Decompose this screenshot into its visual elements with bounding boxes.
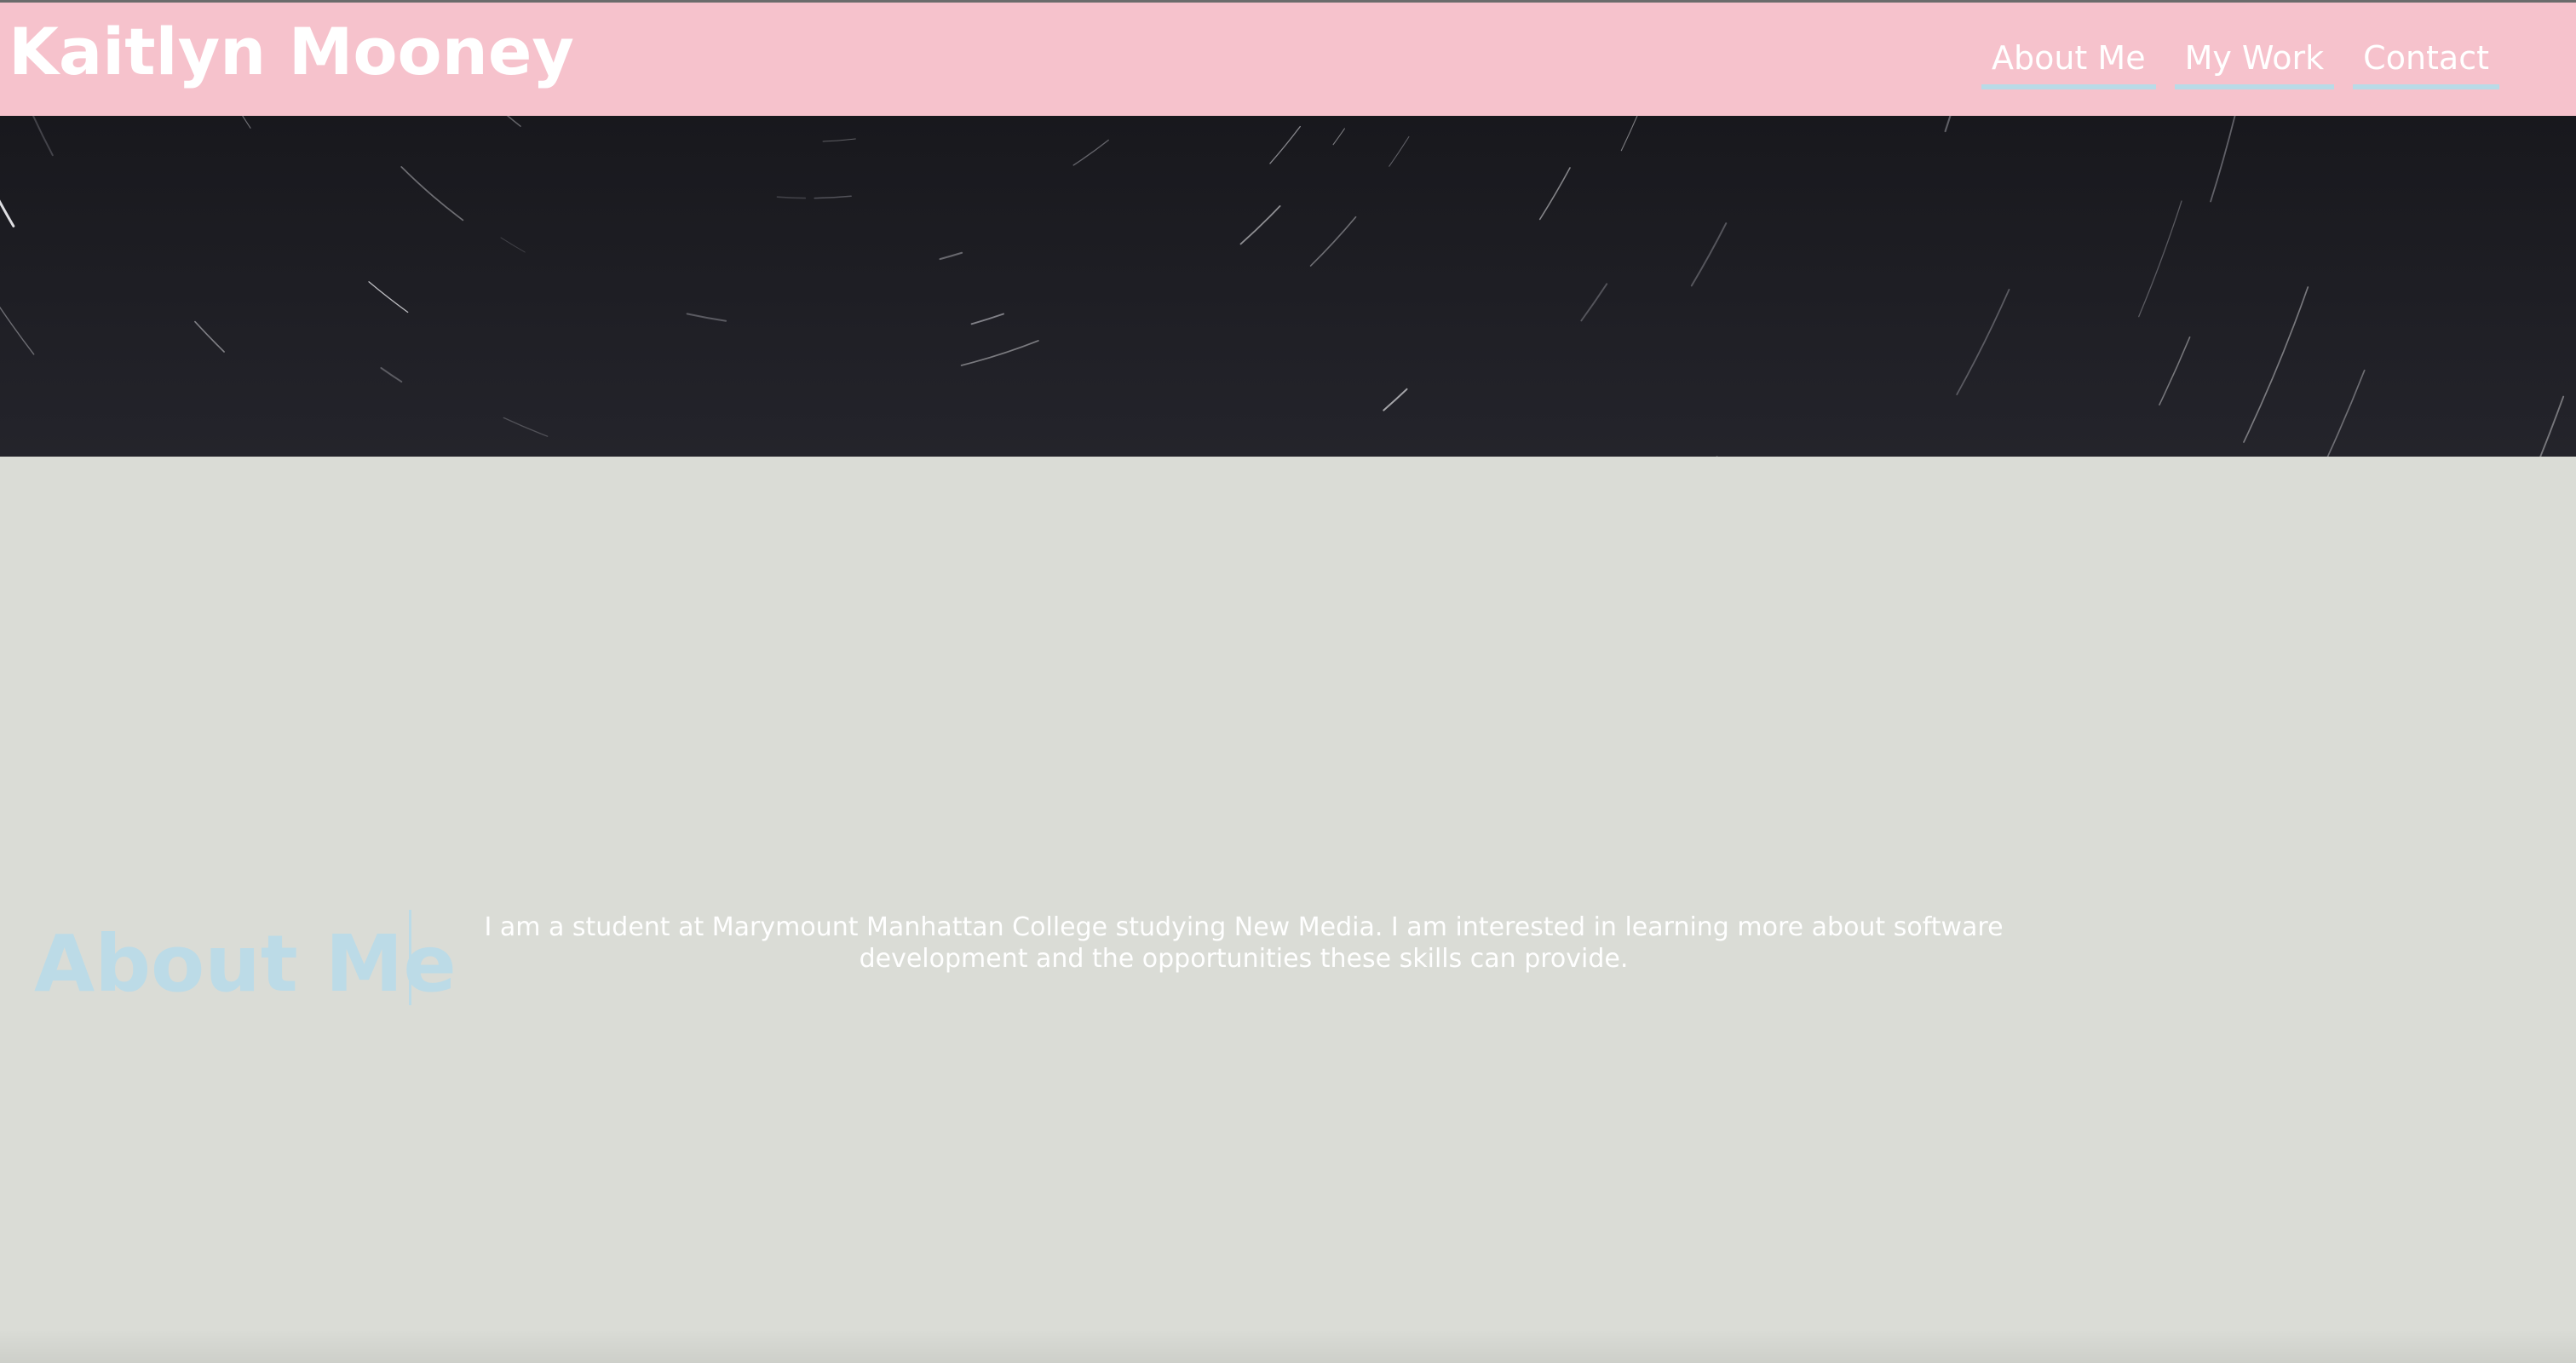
star-trails-image: [0, 116, 2576, 457]
site-title[interactable]: Kaitlyn Mooney: [9, 13, 574, 91]
nav-link-contact[interactable]: Contact: [2353, 35, 2499, 89]
site-header: Kaitlyn Mooney About Me My Work Contact: [0, 0, 2576, 116]
about-divider: [409, 910, 411, 1005]
about-text: I am a student at Marymount Manhattan Co…: [484, 912, 2004, 974]
bottom-shadow: [0, 1329, 2576, 1363]
about-section: About Me I am a student at Marymount Man…: [0, 903, 2576, 1009]
about-heading: About Me: [34, 918, 457, 1009]
nav-link-my-work[interactable]: My Work: [2174, 35, 2335, 89]
main-nav: About Me My Work Contact: [1981, 35, 2499, 89]
hero-banner-image: [0, 116, 2576, 457]
nav-link-about-me[interactable]: About Me: [1981, 35, 2156, 89]
page: Kaitlyn Mooney About Me My Work Contact …: [0, 0, 2576, 1363]
